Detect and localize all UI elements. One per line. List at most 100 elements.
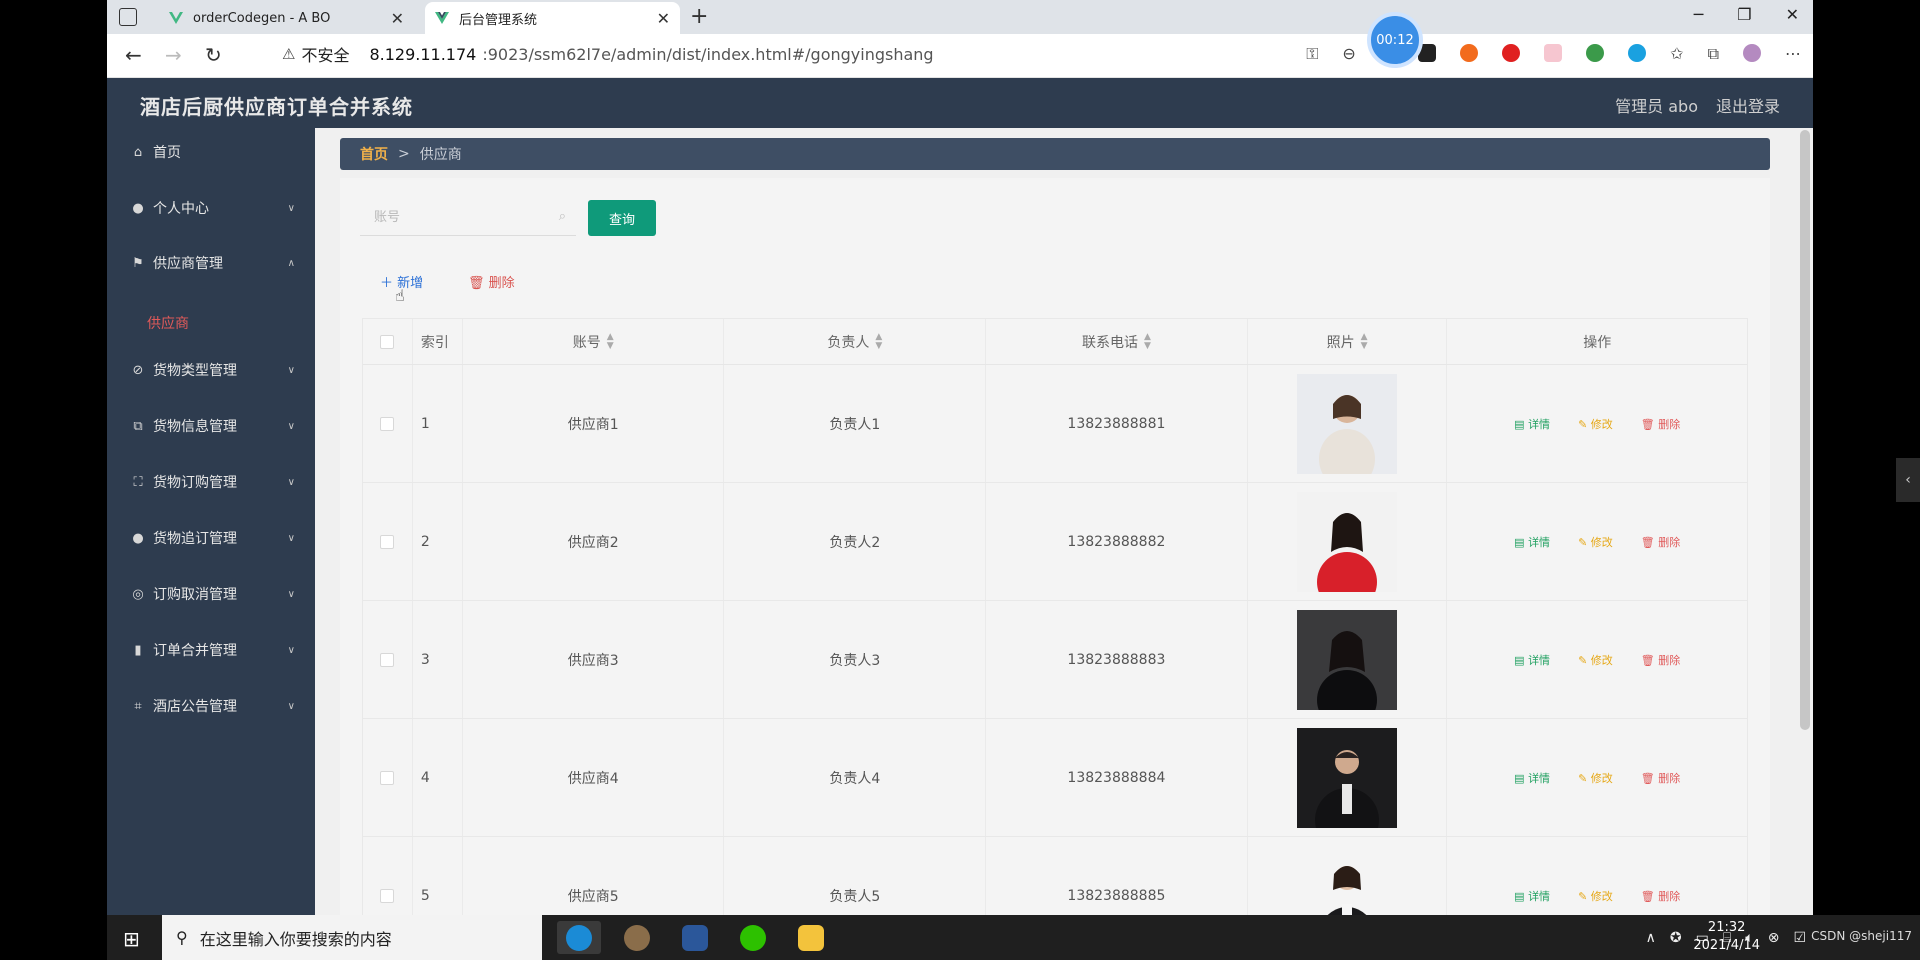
zoom-icon[interactable]: ⊖ <box>1342 44 1355 64</box>
back-icon[interactable]: ← <box>125 43 142 67</box>
delete-button[interactable]: 🗑︎ 删除 <box>1641 770 1680 786</box>
extension-icon[interactable] <box>1460 44 1479 62</box>
sidebar-item-order-merge[interactable]: ▮ 订单合并管理 ∨ <box>107 635 315 665</box>
row-checkbox[interactable] <box>380 770 395 785</box>
edit-button[interactable]: ✎ 修改 <box>1578 416 1613 432</box>
sidebar-item-label: 订单合并管理 <box>153 643 237 659</box>
delete-button[interactable]: 🗑︎ 删除 <box>1641 888 1680 904</box>
sidebar-item-label: 货物类型管理 <box>153 363 237 379</box>
close-window-icon[interactable]: ✕ <box>1786 5 1799 24</box>
wechat-app-icon[interactable] <box>731 921 775 954</box>
delete-button[interactable]: 🗑︎ 删除 <box>1641 652 1680 668</box>
extension-icon[interactable] <box>1502 44 1521 62</box>
tab-ordercodegen[interactable]: orderCodegen - A BO ✕ <box>159 2 414 34</box>
row-checkbox[interactable] <box>380 888 395 903</box>
header-person[interactable]: 负责人 ▲ ▼ <box>724 319 987 364</box>
favorites-icon[interactable]: ✩ <box>1670 44 1683 64</box>
detail-button[interactable]: ▤ 详情 <box>1514 534 1550 550</box>
tab-admin-system[interactable]: 后台管理系统 ✕ <box>425 2 680 34</box>
detail-button[interactable]: ▤ 详情 <box>1514 770 1550 786</box>
detail-button[interactable]: ▤ 详情 <box>1514 416 1550 432</box>
page-scrollbar[interactable] <box>1797 128 1813 915</box>
row-checkbox-cell <box>363 483 413 600</box>
detail-button[interactable]: ▤ 详情 <box>1514 652 1550 668</box>
tab-close-icon[interactable]: ✕ <box>391 9 404 28</box>
chevron-up-icon[interactable]: ∧ <box>1646 930 1656 946</box>
row-checkbox[interactable] <box>380 416 395 431</box>
row-checkbox[interactable] <box>380 534 395 549</box>
chevron-up-icon: ∧ <box>287 257 295 269</box>
row-phone: 13823888884 <box>986 719 1248 836</box>
header-phone[interactable]: 联系电话 ▲ ▼ <box>986 319 1248 364</box>
header-account[interactable]: 账号 ▲ ▼ <box>463 319 725 364</box>
breadcrumb-home[interactable]: 首页 <box>360 144 388 164</box>
check-icon[interactable]: ☑ <box>1793 930 1806 946</box>
tray-app-icon[interactable]: ✪ <box>1670 930 1682 946</box>
edit-button[interactable]: ✎ 修改 <box>1578 534 1613 550</box>
minimize-icon[interactable]: ─ <box>1694 5 1704 24</box>
edit-button[interactable]: ✎ 修改 <box>1578 652 1613 668</box>
tab-close-icon[interactable]: ✕ <box>657 9 670 28</box>
edit-button[interactable]: ✎ 修改 <box>1578 770 1613 786</box>
user-solid-icon: ● <box>132 530 144 546</box>
reload-icon[interactable]: ↻ <box>205 43 222 67</box>
sidebar-item-goods-followup[interactable]: ● 货物追订管理 ∨ <box>107 523 315 553</box>
sort-icon[interactable]: ▲ ▼ <box>1361 332 1368 351</box>
status-x-icon[interactable]: ⊗ <box>1768 930 1780 946</box>
sort-icon[interactable]: ▲ ▼ <box>607 332 614 351</box>
row-ops: ▤ 详情 ✎ 修改 🗑︎ 删除 <box>1447 483 1747 600</box>
taskbar-clock[interactable]: 21:32 2021/4/14 <box>1693 919 1760 955</box>
new-tab-icon[interactable]: + <box>690 4 708 29</box>
breadcrumb-current: 供应商 <box>419 147 462 163</box>
avatar[interactable] <box>1743 44 1761 62</box>
sidebar-item-supplier[interactable]: ⚑ 供应商管理 ∧ <box>107 248 315 278</box>
taskbar-search[interactable]: ⚲ 在这里输入你要搜索的内容 <box>162 915 542 960</box>
batch-delete-button[interactable]: 🗑︎ 删除 <box>468 272 515 291</box>
delete-button[interactable]: 🗑︎ 删除 <box>1641 534 1680 550</box>
supplier-photo <box>1297 609 1398 710</box>
scrollbar-thumb[interactable] <box>1800 130 1810 730</box>
more-icon[interactable]: ⋯ <box>1785 44 1801 64</box>
plus-icon: ＋ <box>380 276 394 291</box>
chevron-down-icon: ∨ <box>287 700 295 712</box>
sidebar-item-notice[interactable]: ⌗ 酒店公告管理 ∨ <box>107 691 315 721</box>
trash-icon: 🗑︎ <box>468 276 485 291</box>
word-app-icon[interactable] <box>673 921 717 954</box>
query-button[interactable]: 查询 <box>588 200 656 236</box>
collections-icon[interactable]: ⧉ <box>1708 44 1719 64</box>
sort-icon[interactable]: ▲ ▼ <box>1144 332 1151 351</box>
sidebar-subitem-supplier[interactable]: 供应商 <box>147 313 189 333</box>
row-ops: ▤ 详情 ✎ 修改 🗑︎ 删除 <box>1447 365 1747 482</box>
header-photo[interactable]: 照片 ▲ ▼ <box>1248 319 1448 364</box>
logout-link[interactable]: 退出登录 <box>1716 93 1780 117</box>
extension-icon[interactable] <box>1544 44 1563 62</box>
tab-actions-icon[interactable] <box>119 8 137 26</box>
table-row: 3 供应商3 负责人3 13823888883 ▤ 详情 ✎ 修改 🗑︎ 删除 <box>363 601 1747 719</box>
key-icon[interactable]: ⚿ <box>1306 44 1318 64</box>
sidebar-item-goods-info[interactable]: ⧉ 货物信息管理 ∨ <box>107 411 315 441</box>
row-checkbox[interactable] <box>380 652 395 667</box>
sort-icon[interactable]: ▲ ▼ <box>875 332 882 351</box>
sidebar-item-order-cancel[interactable]: ◎ 订购取消管理 ∨ <box>107 579 315 609</box>
forward-icon[interactable]: → <box>165 43 182 67</box>
delete-button[interactable]: 🗑︎ 删除 <box>1641 416 1680 432</box>
side-panel-toggle-icon[interactable]: ‹ <box>1896 458 1920 502</box>
app-icon[interactable] <box>615 921 659 954</box>
file-explorer-icon[interactable] <box>789 921 833 954</box>
select-all-checkbox[interactable] <box>380 334 395 349</box>
windows-start-icon[interactable]: ⊞ <box>123 927 140 951</box>
detail-button[interactable]: ▤ 详情 <box>1514 888 1550 904</box>
restore-icon[interactable]: ❐ <box>1737 5 1751 24</box>
extension-icon[interactable] <box>1586 44 1605 62</box>
sidebar-item-goods-type[interactable]: ⊘ 货物类型管理 ∨ <box>107 355 315 385</box>
sidebar-item-home[interactable]: ⌂ 首页 <box>107 137 315 167</box>
extension-icon[interactable] <box>1628 44 1647 62</box>
url-field[interactable]: ⚠ 不安全 8.129.11.174:9023/ssm62l7e/admin/d… <box>282 42 934 66</box>
sidebar-item-personal[interactable]: ● 个人中心 ∨ <box>107 193 315 223</box>
edge-app-icon[interactable] <box>557 921 601 954</box>
sidebar-item-goods-order[interactable]: ⛶ 货物订购管理 ∨ <box>107 467 315 497</box>
account-search-input[interactable] <box>374 210 544 225</box>
row-account: 供应商2 <box>463 483 725 600</box>
edit-button[interactable]: ✎ 修改 <box>1578 888 1613 904</box>
header-ops: 操作 <box>1583 334 1612 351</box>
